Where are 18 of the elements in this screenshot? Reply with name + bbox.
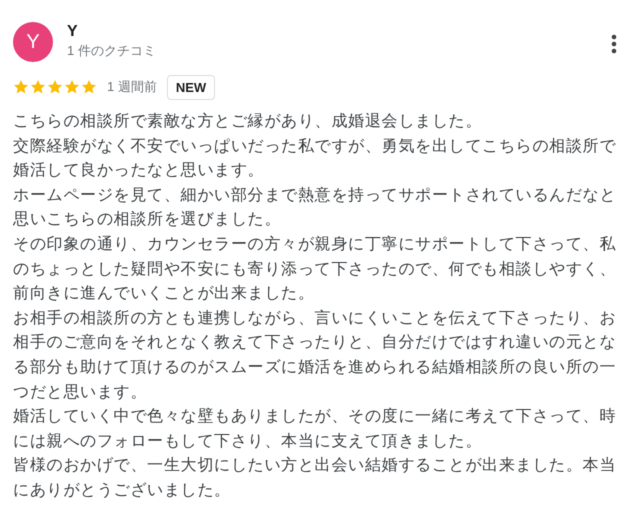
review-paragraph: 交際経験がなく不安でいっぱいだった私ですが、勇気を出してこちらの相談所で婚活して良かったなと思います。 bbox=[13, 136, 617, 182]
review-paragraph: こちらの相談所で素敵な方とご縁があり、成婚退会しました。 bbox=[13, 112, 483, 132]
review-paragraph: お相手の相談所の方とも連携しながら、言いにくいことを伝えて下さったり、お相手のご意向をそれとなく教えて下さったりと、自分だけではすれ違いの元となる部分も助けて頂けるのがスムーズに婚活を進められる結婚相談所の良い所の一つだと思います。 bbox=[13, 308, 617, 403]
reviewer-name[interactable]: Y bbox=[67, 22, 78, 42]
star-icon bbox=[81, 79, 97, 95]
more-options-icon[interactable] bbox=[611, 34, 617, 54]
review-count: 1 件のクチコミ bbox=[67, 42, 156, 60]
star-icon bbox=[47, 79, 63, 95]
star-icon bbox=[13, 79, 29, 95]
star-icon bbox=[64, 79, 80, 95]
star-icon bbox=[30, 79, 46, 95]
review-paragraph: 皆様のおかげで、一生大切にしたい方と出会い結婚することが出来ました。本当にありがとうございました。 bbox=[13, 456, 617, 501]
new-badge: NEW bbox=[166, 74, 216, 100]
avatar[interactable]: Y bbox=[13, 22, 53, 62]
review-paragraph: 婚活していく中で色々な壁もありましたが、その度に一緒に考えて下さって、時には親へのフォローもして下さり、本当に支えて頂きました。 bbox=[13, 406, 617, 452]
review-paragraph: ホームページを見て、細かい部分まで熱意を持ってサポートされているんだなと思いこちらの相談所を選びました。 bbox=[13, 186, 617, 230]
review-paragraph: その印象の通り、カウンセラーの方々が親身に丁寧にサポートして下さって、私のちょっとした疑問や不安にも寄り添って下さったので、何でも相談しやすく、前向きに進んでいくことが出来ました。 bbox=[13, 234, 617, 304]
review-time: 1 週間前 bbox=[107, 78, 157, 96]
